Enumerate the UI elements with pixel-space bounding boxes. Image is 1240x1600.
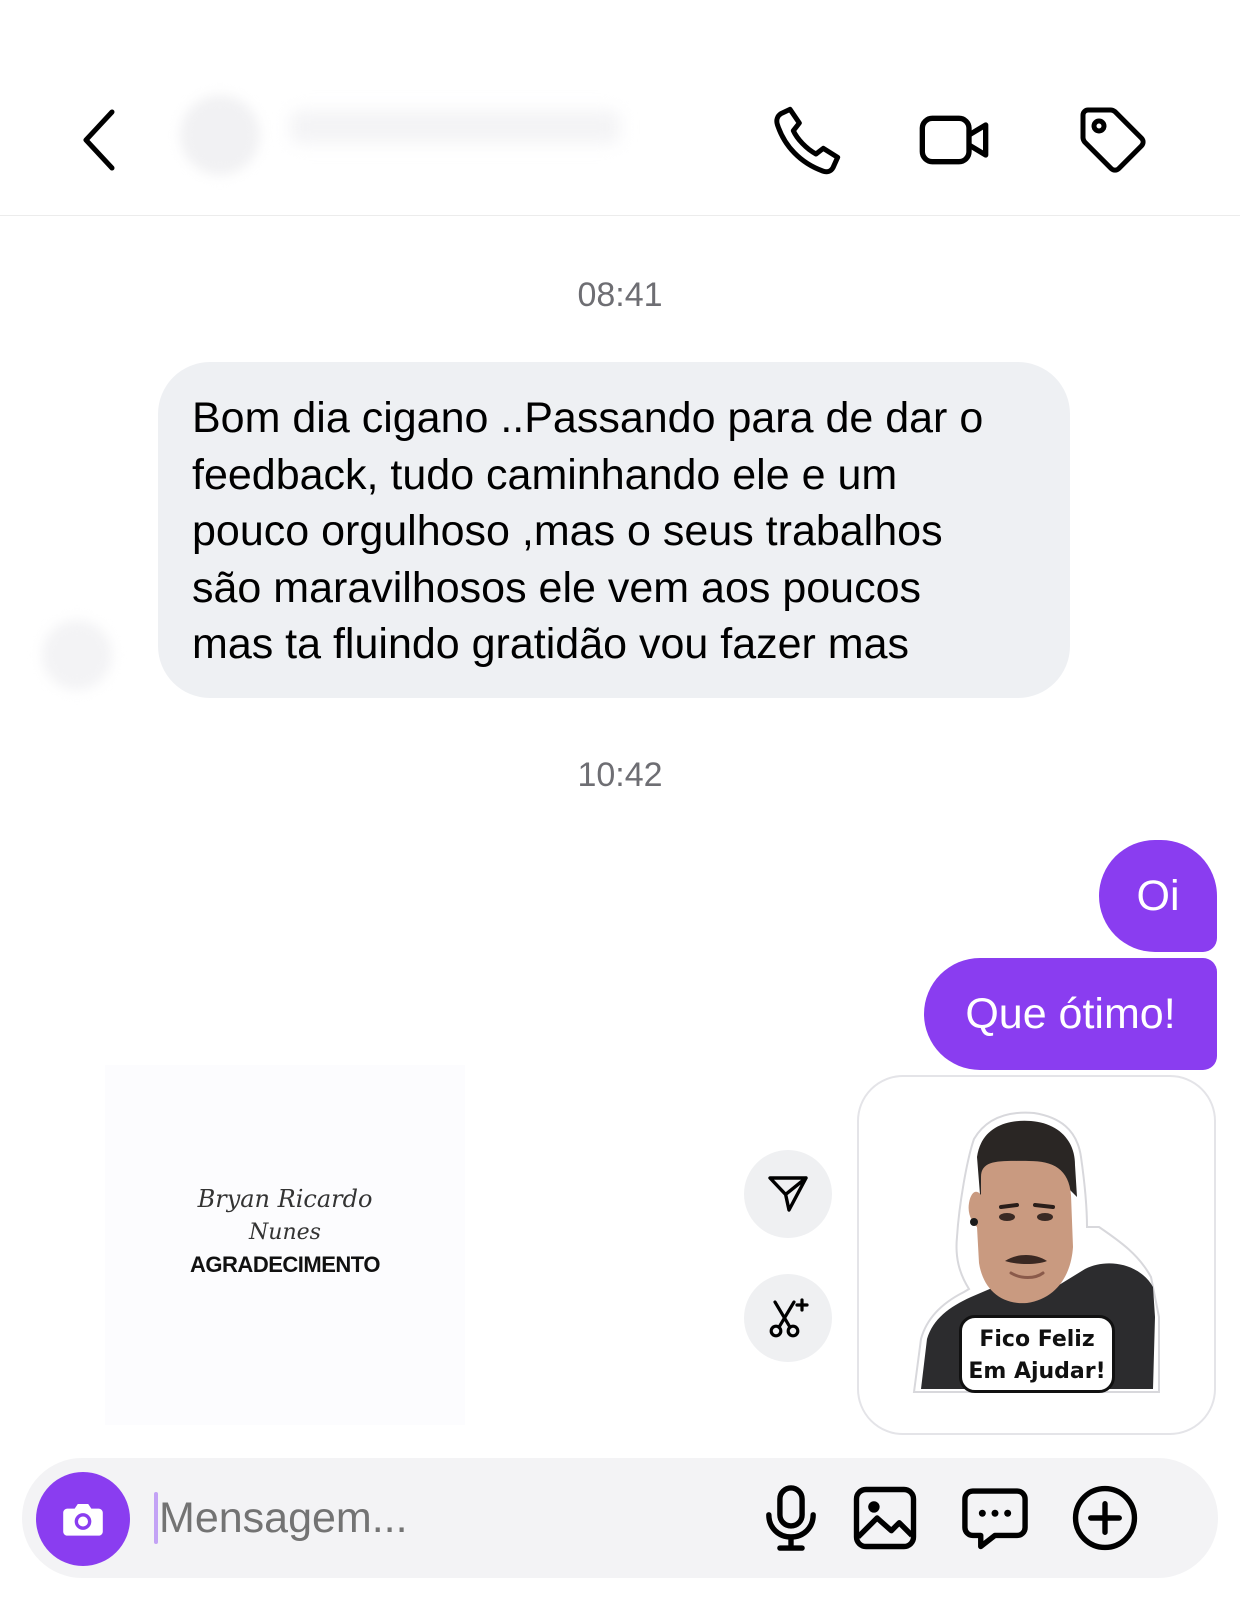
sticker-caption: Fico Feliz Em Ajudar!: [959, 1315, 1115, 1393]
message-input[interactable]: [159, 1484, 719, 1552]
sticker-caption-line: Fico Feliz: [979, 1327, 1095, 1352]
message-line: feedback, tudo caminhando ele e um: [192, 450, 898, 499]
outgoing-message[interactable]: Oi: [1099, 840, 1217, 952]
image-icon: [853, 1486, 917, 1550]
gallery-button[interactable]: [847, 1480, 923, 1556]
phone-icon: [774, 106, 841, 175]
camera-button[interactable]: [36, 1472, 130, 1566]
sticker-caption-line: Em Ajudar!: [968, 1359, 1106, 1384]
voice-call-button[interactable]: [768, 100, 848, 180]
contact-avatar[interactable]: [180, 95, 260, 175]
sender-avatar[interactable]: [42, 620, 112, 690]
plus-circle-icon: [1072, 1485, 1138, 1551]
message-line: pouco orgulhoso ,mas o seus trabalhos: [192, 507, 943, 555]
card-title: AGRADECIMENTO: [190, 1252, 380, 1277]
message-composer: [22, 1458, 1218, 1578]
message-line: Bom dia cigano ..Passando para de dar o: [192, 394, 984, 442]
incoming-message[interactable]: Bom dia cigano ..Passando para de dar o …: [158, 362, 1070, 698]
more-button[interactable]: [1067, 1480, 1143, 1556]
microphone-icon: [766, 1485, 816, 1551]
outgoing-message[interactable]: Que ótimo!: [924, 958, 1217, 1070]
tag-button[interactable]: [1073, 100, 1153, 180]
timestamp: 10:42: [577, 756, 663, 794]
sticker-message[interactable]: Fico Feliz Em Ajudar!: [857, 1075, 1216, 1435]
card-signature: Bryan Ricardo: [197, 1185, 373, 1213]
remix-button[interactable]: [744, 1274, 832, 1362]
contact-name[interactable]: [290, 110, 620, 144]
video-call-button[interactable]: [914, 100, 994, 180]
send-icon: [768, 1176, 808, 1212]
chevron-left-icon: [83, 109, 115, 171]
magic-edit-icon: [769, 1298, 809, 1338]
back-button[interactable]: [70, 100, 130, 180]
shared-image-card[interactable]: Bryan Ricardo Nunes AGRADECIMENTO: [105, 1065, 465, 1425]
forward-button[interactable]: [744, 1150, 832, 1238]
timestamp: 08:41: [577, 276, 663, 314]
card-signature: Nunes: [249, 1220, 321, 1245]
chat-header: [0, 0, 1240, 216]
chat-bubble-icon: [962, 1488, 1028, 1550]
video-camera-icon: [919, 115, 989, 165]
voice-message-button[interactable]: [753, 1480, 829, 1556]
tag-icon: [1080, 107, 1146, 173]
sticker-button[interactable]: [957, 1480, 1033, 1556]
text-caret: [154, 1492, 158, 1544]
camera-icon: [63, 1504, 103, 1536]
message-line: são maravilhosos ele vem aos poucos: [192, 563, 921, 612]
message-line: mas ta fluindo gratidão vou fazer mas: [192, 620, 910, 668]
